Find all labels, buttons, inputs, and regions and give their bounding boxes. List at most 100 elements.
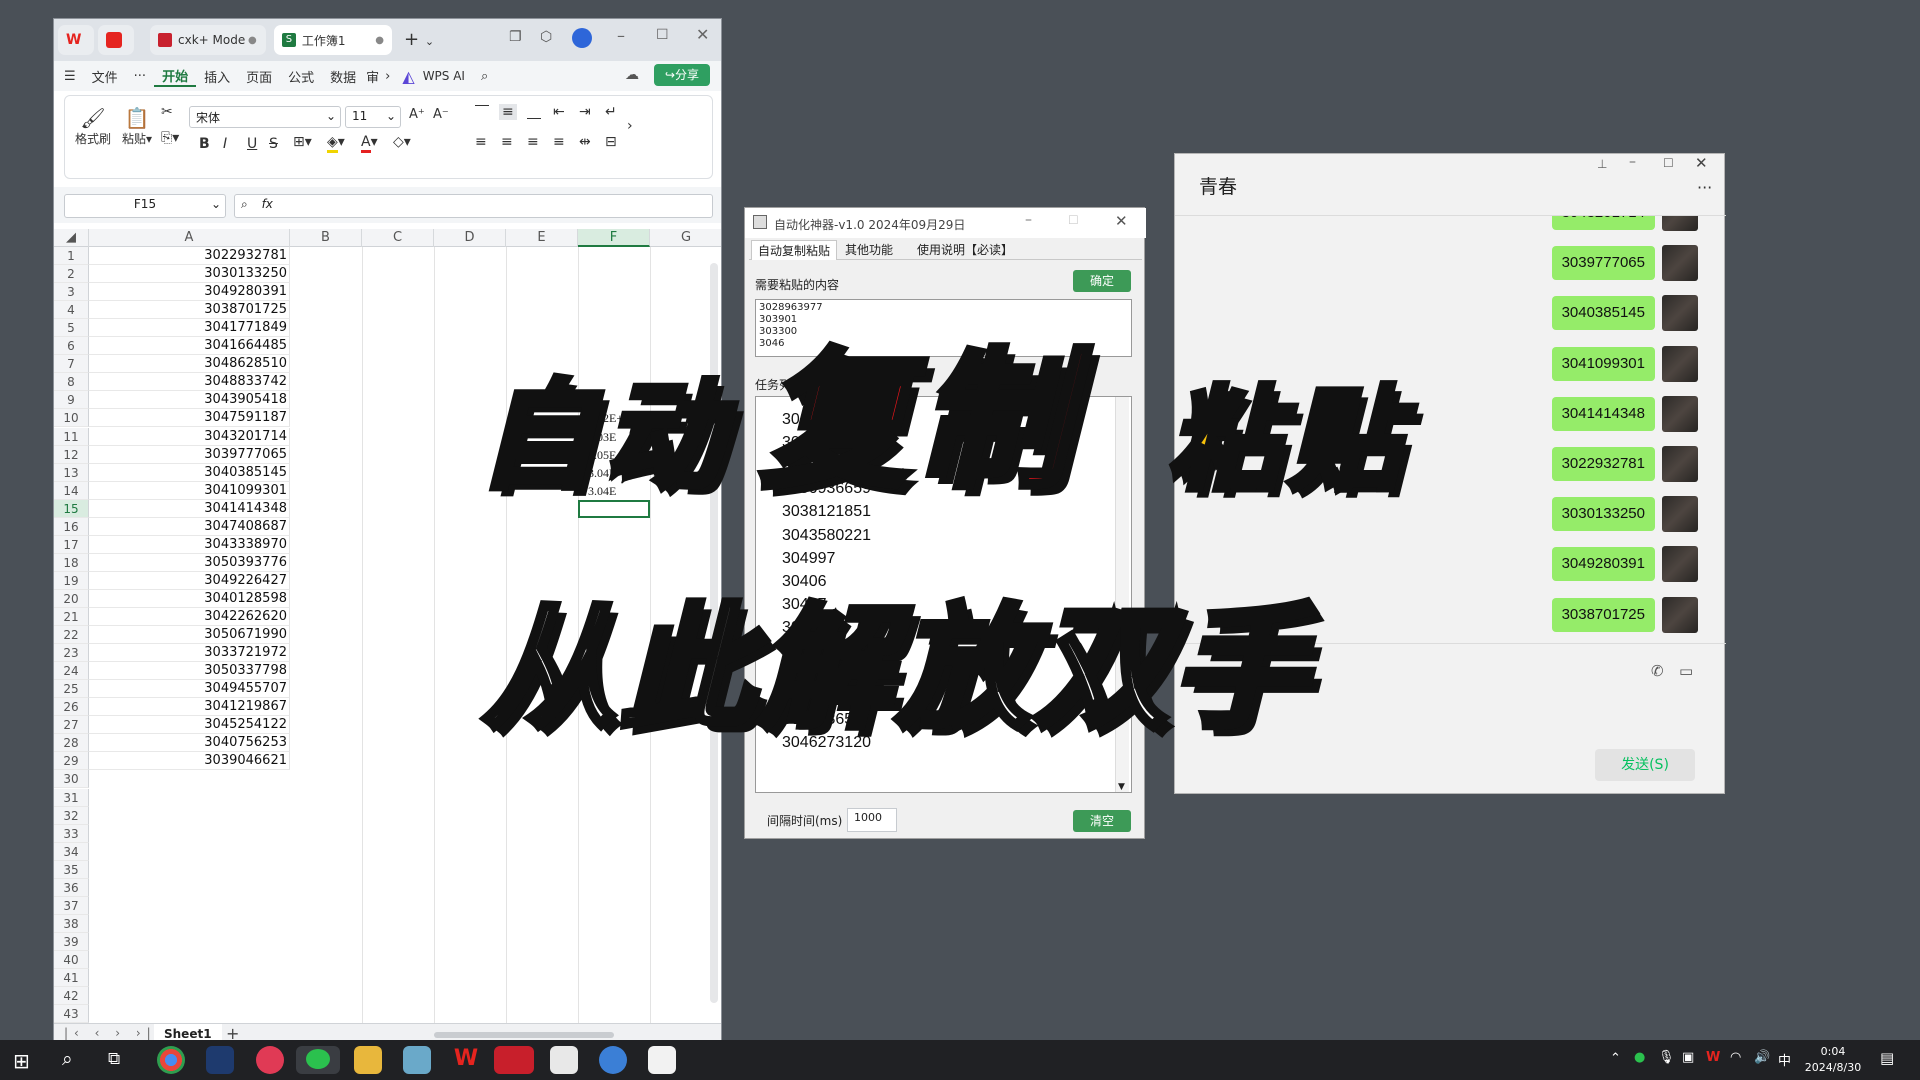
row-header[interactable]: 11 — [54, 428, 89, 446]
row-header[interactable]: 9 — [54, 391, 89, 409]
avatar[interactable] — [1662, 496, 1698, 532]
more-icon[interactable]: ··· — [1697, 178, 1712, 197]
row-header[interactable]: 17 — [54, 536, 89, 554]
menu-icon[interactable]: ☰ — [54, 69, 84, 84]
tab-cxk-mode[interactable]: cxk+ Mode ● — [150, 25, 266, 55]
row-header[interactable]: 4 — [54, 301, 89, 319]
tab-page[interactable]: 页面 — [238, 67, 280, 86]
message-bubble[interactable]: 3043201714 — [1551, 216, 1655, 230]
notification-icon[interactable]: ▤ — [1880, 1049, 1894, 1067]
row-header[interactable]: 22 — [54, 626, 89, 644]
scroll-down-icon[interactable]: ▼ — [1118, 782, 1125, 792]
align-top-icon[interactable]: ⎺ — [475, 104, 489, 120]
cell-a[interactable]: 3033721972 — [89, 644, 290, 662]
column-header-f[interactable]: F — [578, 229, 650, 247]
wps-ai-button[interactable]: WPS AI — [423, 69, 473, 83]
row-header[interactable]: 13 — [54, 464, 89, 482]
row-header[interactable]: 10 — [54, 409, 89, 427]
active-app-icon[interactable] — [494, 1046, 534, 1074]
new-tab-icon[interactable]: + ⌄ — [404, 29, 434, 50]
row-header[interactable]: 30 — [54, 770, 89, 788]
avatar[interactable] — [1662, 446, 1698, 482]
align-bottom-icon[interactable]: ⎽ — [527, 104, 541, 120]
ime-indicator[interactable]: 中 — [1778, 1050, 1791, 1069]
cell-a[interactable]: 3045254122 — [89, 716, 290, 734]
file-explorer-icon[interactable] — [354, 1046, 382, 1074]
align-middle-icon[interactable]: ≡ — [499, 104, 517, 120]
cube-icon[interactable]: ⬡ — [540, 29, 552, 45]
zoom-icon[interactable]: ⌕ — [241, 197, 248, 211]
row-header[interactable]: 8 — [54, 373, 89, 391]
column-header-c[interactable]: C — [362, 229, 434, 247]
cell-a[interactable]: 3041099301 — [89, 482, 290, 500]
strikethrough-icon[interactable]: S — [269, 136, 278, 152]
task-view-icon[interactable]: ⧉ — [108, 1049, 120, 1069]
search-icon[interactable]: ⌕ — [62, 1048, 73, 1070]
chevron-right-icon[interactable]: › — [627, 118, 633, 134]
row-header[interactable]: 27 — [54, 716, 89, 734]
message-bubble[interactable]: 3039777065 — [1551, 246, 1655, 280]
row-header[interactable]: 5 — [54, 319, 89, 337]
wechat-icon[interactable] — [296, 1046, 340, 1074]
row-header[interactable]: 36 — [54, 879, 89, 897]
underline-icon[interactable]: U — [247, 136, 257, 152]
distribute-icon[interactable]: ⇹ — [579, 134, 591, 150]
row-header[interactable]: 34 — [54, 843, 89, 861]
row-header[interactable]: 14 — [54, 482, 89, 500]
wps-tray-icon[interactable]: W — [1706, 1050, 1720, 1065]
increase-font-icon[interactable]: A⁺ — [409, 107, 425, 122]
window-mode-icon[interactable]: ❐ — [509, 29, 522, 45]
row-header[interactable]: 39 — [54, 933, 89, 951]
cell-a[interactable]: 3039046621 — [89, 752, 290, 770]
cell-a[interactable]: 3050393776 — [89, 554, 290, 572]
horizontal-scrollbar[interactable] — [434, 1032, 614, 1038]
row-header[interactable]: 23 — [54, 644, 89, 662]
tab-review[interactable]: 审 — [364, 67, 381, 86]
row-header[interactable]: 2 — [54, 265, 89, 283]
window-app-icon[interactable] — [550, 1046, 578, 1074]
row-header[interactable]: 32 — [54, 807, 89, 825]
wps-icon[interactable]: W — [452, 1046, 480, 1074]
cell-a[interactable]: 3041771849 — [89, 319, 290, 337]
netease-music-icon[interactable] — [256, 1046, 284, 1074]
wps-logo-tab[interactable]: W — [58, 25, 94, 55]
avatar[interactable] — [1662, 396, 1698, 432]
avatar[interactable] — [1662, 546, 1698, 582]
column-header-g[interactable]: G — [650, 229, 721, 247]
row-header[interactable]: 6 — [54, 337, 89, 355]
cell-a[interactable]: 3049280391 — [89, 283, 290, 301]
row-header[interactable]: 31 — [54, 789, 89, 807]
wifi-icon[interactable]: ◠ — [1730, 1050, 1741, 1065]
column-header-d[interactable]: D — [434, 229, 506, 247]
row-header[interactable]: 35 — [54, 861, 89, 879]
italic-icon[interactable]: I — [223, 136, 227, 152]
cell-a[interactable]: 3041664485 — [89, 337, 290, 355]
format-painter-button[interactable]: 🖌 格式刷 — [73, 106, 113, 147]
cell-a[interactable]: 3049455707 — [89, 680, 290, 698]
fx-icon[interactable]: fx — [262, 197, 273, 211]
confirm-button[interactable]: 确定 — [1073, 270, 1131, 292]
cell-a[interactable]: 3040128598 — [89, 590, 290, 608]
send-button[interactable]: 发送(S) — [1595, 749, 1695, 781]
video-icon[interactable]: ▭ — [1679, 662, 1693, 680]
row-header[interactable]: 18 — [54, 554, 89, 572]
capcut-icon[interactable] — [648, 1046, 676, 1074]
tab-data[interactable]: 数据 — [322, 67, 364, 86]
paste-button[interactable]: 📋 粘贴▾ — [119, 106, 155, 147]
minimize-icon[interactable]: – — [1629, 154, 1636, 170]
maximize-icon[interactable]: ☐ — [1663, 156, 1674, 170]
phone-icon[interactable]: ✆ — [1651, 662, 1664, 680]
cell-a[interactable]: 3040756253 — [89, 734, 290, 752]
cell-a[interactable]: 3047408687 — [89, 518, 290, 536]
indent-icon[interactable]: ⇥ — [579, 104, 591, 120]
font-size-select[interactable]: 11 ⌄ — [345, 106, 401, 128]
cell-a[interactable]: 3043905418 — [89, 391, 290, 409]
avatar[interactable] — [1662, 216, 1698, 231]
row-header[interactable]: 28 — [54, 734, 89, 752]
tab-workbook1[interactable]: S 工作簿1 ● — [274, 25, 392, 55]
bold-icon[interactable]: B — [199, 136, 210, 152]
row-header[interactable]: 21 — [54, 608, 89, 626]
cell-a[interactable]: 3040385145 — [89, 464, 290, 482]
message-bubble[interactable]: 3041099301 — [1551, 347, 1655, 381]
row-header[interactable]: 12 — [54, 446, 89, 464]
